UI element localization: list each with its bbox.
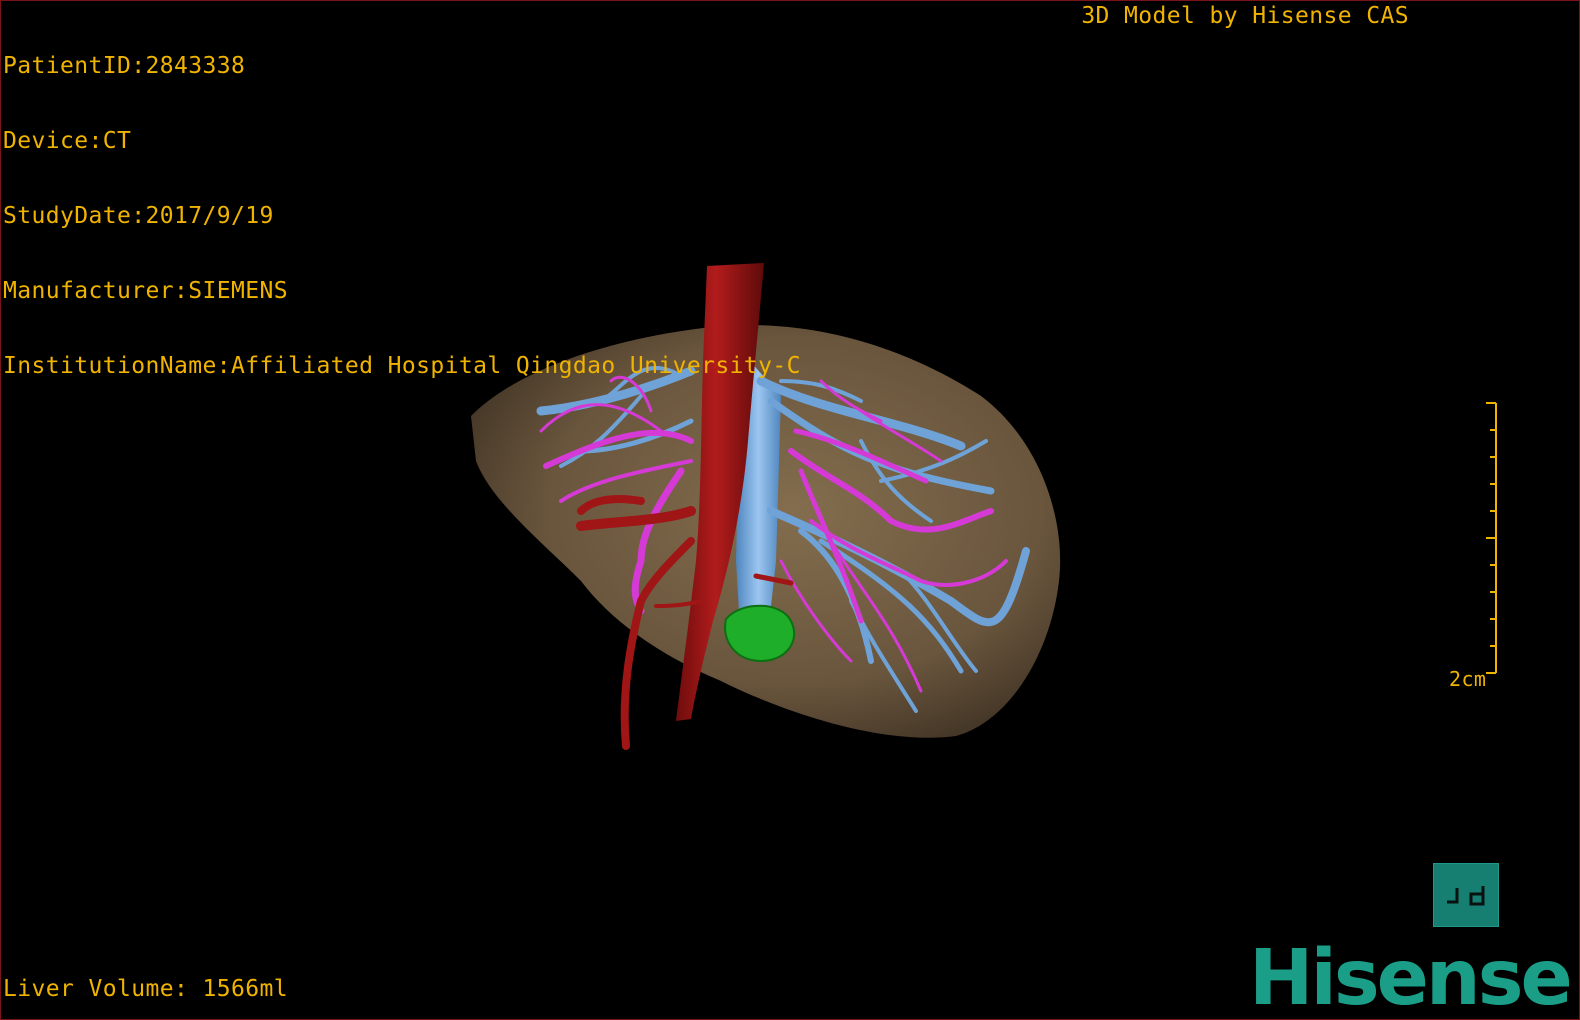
scale-label: 2cm [1449, 667, 1487, 691]
patient-id-line: PatientID:2843338 [3, 53, 246, 79]
scale-bar [1486, 402, 1497, 674]
dicom-info-block: PatientID:2843338 Device:CT StudyDate:20… [3, 4, 801, 429]
manufacturer-line: Manufacturer:SIEMENS [3, 278, 288, 304]
device-line: Device:CT [3, 128, 132, 154]
institution-line: InstitutionName:Affiliated Hospital Qing… [3, 353, 801, 379]
liver-volume-label: Liver Volume: 1566ml [3, 976, 288, 1002]
pd-toggle-icon [1447, 886, 1485, 906]
hisense-logo: Hisense [1249, 934, 1573, 1020]
study-date-line: StudyDate:2017/9/19 [3, 203, 274, 229]
model-credit: 3D Model by Hisense CAS [1081, 3, 1409, 29]
3d-viewport[interactable]: PatientID:2843338 Device:CT StudyDate:20… [0, 0, 1580, 1020]
gallbladder [724, 604, 796, 663]
pd-toggle-button[interactable] [1433, 863, 1499, 927]
